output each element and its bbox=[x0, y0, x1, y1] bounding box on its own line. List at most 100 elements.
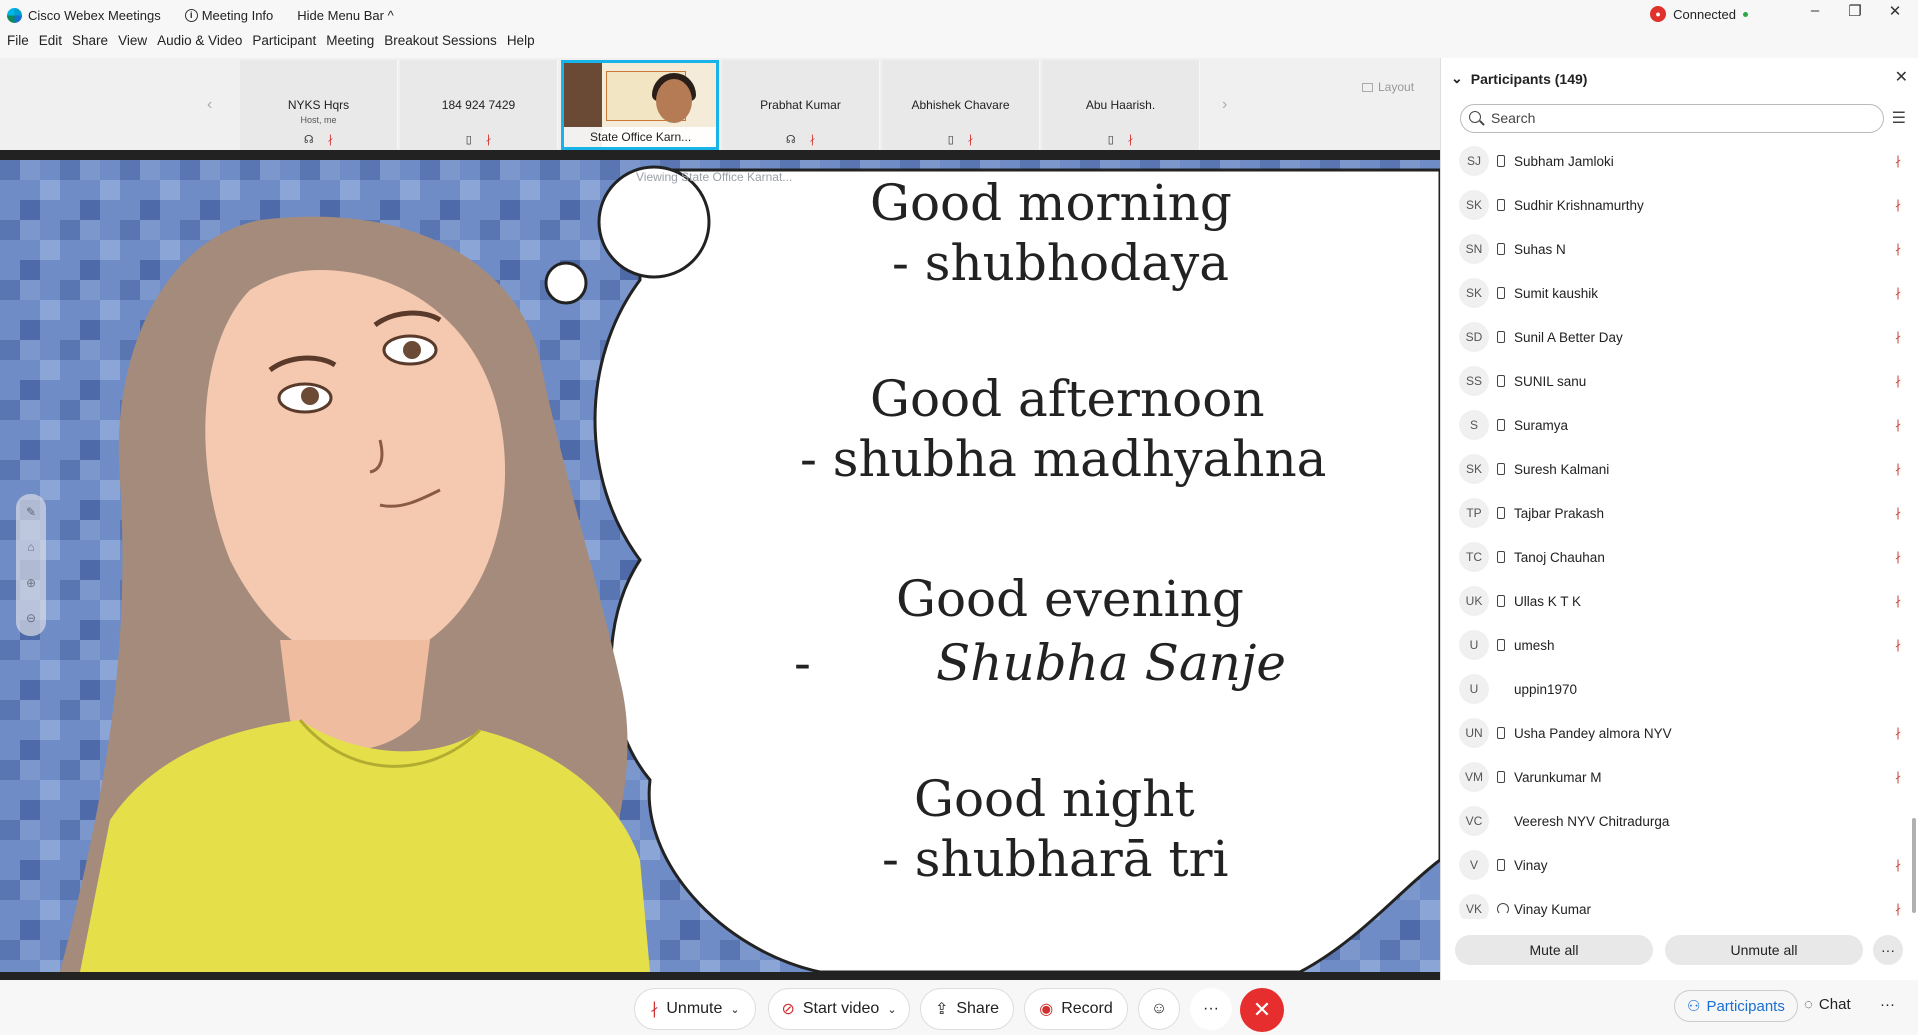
list-item[interactable]: SK Sumit kaushik ∤ bbox=[1441, 271, 1918, 315]
search-input[interactable]: Search bbox=[1460, 104, 1884, 133]
minimize-icon[interactable]: – bbox=[1800, 2, 1830, 19]
list-scrollbar[interactable] bbox=[1912, 818, 1916, 913]
annotate-icon[interactable]: ✎ bbox=[26, 505, 36, 519]
sort-icon[interactable]: ☰ bbox=[1892, 108, 1906, 128]
menu-audio-video[interactable]: Audio & Video bbox=[157, 33, 242, 57]
mic-muted-icon[interactable]: ∤ bbox=[1895, 374, 1901, 388]
menu-help[interactable]: Help bbox=[507, 33, 535, 57]
close-panel-icon[interactable]: ✕ bbox=[1895, 67, 1908, 87]
close-window-icon[interactable]: ✕ bbox=[1880, 2, 1910, 20]
menu-breakout-sessions[interactable]: Breakout Sessions bbox=[384, 33, 497, 57]
participant-name: Veeresh NYV Chitradurga bbox=[1514, 813, 1670, 829]
mic-muted-icon[interactable]: ∤ bbox=[1895, 462, 1901, 476]
avatar: S bbox=[1459, 410, 1489, 440]
video-tile-active[interactable]: State Office Karn... bbox=[561, 60, 719, 150]
restore-icon[interactable]: ❐ bbox=[1840, 2, 1870, 20]
layout-button[interactable]: Layout bbox=[1362, 80, 1414, 94]
end-call-button[interactable]: ✕ bbox=[1240, 988, 1284, 1032]
video-tile[interactable]: Abu Haarish. ▯ ∤ bbox=[1042, 60, 1200, 150]
video-tile[interactable]: NYKS Hqrs Host, me ☊ ∤ bbox=[240, 60, 398, 150]
menu-share[interactable]: Share bbox=[72, 33, 108, 57]
video-tile[interactable]: 184 924 7429 ▯ ∤ bbox=[400, 60, 558, 150]
list-item[interactable]: TP Tajbar Prakash ∤ bbox=[1441, 491, 1918, 535]
mic-muted-icon[interactable]: ∤ bbox=[1895, 286, 1901, 300]
filmstrip-next-icon[interactable]: › bbox=[1222, 96, 1227, 114]
list-item[interactable]: UK Ullas K T K ∤ bbox=[1441, 579, 1918, 623]
list-item[interactable]: TC Tanoj Chauhan ∤ bbox=[1441, 535, 1918, 579]
participants-toggle-button[interactable]: ⚇ Participants bbox=[1674, 990, 1798, 1022]
mic-muted-icon[interactable]: ∤ bbox=[1895, 594, 1901, 608]
list-item[interactable]: S Suramya ∤ bbox=[1441, 403, 1918, 447]
list-item[interactable]: SJ Subham Jamloki ∤ bbox=[1441, 139, 1918, 183]
phone-icon bbox=[1497, 419, 1505, 431]
participant-name: Sunil A Better Day bbox=[1514, 329, 1623, 345]
chevron-down-icon[interactable]: ⌄ bbox=[887, 1003, 896, 1016]
list-item[interactable]: SD Sunil A Better Day ∤ bbox=[1441, 315, 1918, 359]
video-tile[interactable]: Abhishek Chavare ▯ ∤ bbox=[882, 60, 1040, 150]
mic-muted-icon[interactable]: ∤ bbox=[1895, 858, 1901, 872]
mute-all-button[interactable]: Mute all bbox=[1455, 935, 1653, 965]
reactions-button[interactable]: ☺ bbox=[1138, 988, 1180, 1030]
mic-muted-icon[interactable]: ∤ bbox=[1895, 154, 1901, 168]
list-item[interactable]: V Vinay ∤ bbox=[1441, 843, 1918, 887]
menu-edit[interactable]: Edit bbox=[39, 33, 62, 57]
mic-muted-icon[interactable]: ∤ bbox=[1895, 418, 1901, 432]
panel-more-button[interactable]: ··· bbox=[1880, 990, 1895, 1019]
tile-name: Abu Haarish. bbox=[1085, 98, 1156, 112]
record-button[interactable]: ◉ Record bbox=[1024, 988, 1128, 1030]
slide-line: Good afternoon bbox=[870, 370, 1265, 428]
mic-muted-icon[interactable]: ∤ bbox=[1895, 198, 1901, 212]
unmute-all-button[interactable]: Unmute all bbox=[1665, 935, 1863, 965]
list-item[interactable]: SN Suhas N ∤ bbox=[1441, 227, 1918, 271]
avatar: U bbox=[1459, 630, 1489, 660]
pointer-icon[interactable]: ⌂ bbox=[27, 540, 34, 554]
list-item[interactable]: SS SUNIL sanu ∤ bbox=[1441, 359, 1918, 403]
list-item[interactable]: UN Usha Pandey almora NYV ∤ bbox=[1441, 711, 1918, 755]
list-item[interactable]: Uuppin1970 bbox=[1441, 667, 1918, 711]
menu-participant[interactable]: Participant bbox=[252, 33, 316, 57]
share-top-border bbox=[0, 150, 1440, 160]
mic-muted-icon[interactable]: ∤ bbox=[1895, 638, 1901, 652]
mic-muted-icon[interactable]: ∤ bbox=[1895, 770, 1901, 784]
list-item[interactable]: VK Vinay Kumar ∤ bbox=[1441, 887, 1918, 919]
more-icon: ··· bbox=[1203, 1000, 1219, 1017]
list-item[interactable]: VM Varunkumar M ∤ bbox=[1441, 755, 1918, 799]
more-button[interactable]: ··· bbox=[1190, 988, 1232, 1030]
zoom-in-icon[interactable]: ⊕ bbox=[26, 576, 36, 590]
participants-title: Participants (149) bbox=[1470, 70, 1588, 87]
unmute-button[interactable]: ∤ Unmute ⌄ bbox=[634, 988, 756, 1030]
list-item[interactable]: SK Sudhir Krishnamurthy ∤ bbox=[1441, 183, 1918, 227]
menu-view[interactable]: View bbox=[118, 33, 147, 57]
mic-muted-icon[interactable]: ∤ bbox=[1895, 726, 1901, 740]
mic-muted-icon[interactable]: ∤ bbox=[1895, 242, 1901, 256]
slide-line: Good evening bbox=[896, 570, 1244, 628]
mic-muted-icon[interactable]: ∤ bbox=[1895, 330, 1901, 344]
mic-muted-icon: ∤ bbox=[967, 134, 974, 146]
list-item[interactable]: VC Veeresh NYV Chitradurga bbox=[1441, 799, 1918, 843]
mic-muted-icon[interactable]: ∤ bbox=[1895, 506, 1901, 520]
video-tile[interactable]: Prabhat Kumar ☊ ∤ bbox=[722, 60, 880, 150]
list-item[interactable]: SK Suresh Kalmani ∤ bbox=[1441, 447, 1918, 491]
meeting-info-button[interactable]: i Meeting Info bbox=[184, 8, 273, 23]
shared-content[interactable]: Good morning - shubhodaya Good afternoon… bbox=[0, 160, 1440, 972]
menu-meeting[interactable]: Meeting bbox=[326, 33, 374, 57]
start-video-button[interactable]: ⊘ Start video ⌄ bbox=[768, 988, 910, 1030]
connection-status[interactable]: ● Connected bbox=[1650, 6, 1748, 22]
phone-icon bbox=[1497, 551, 1505, 563]
participant-name: Suresh Kalmani bbox=[1514, 461, 1610, 477]
filmstrip-prev-icon[interactable]: ‹ bbox=[207, 96, 212, 114]
mic-muted-icon[interactable]: ∤ bbox=[1895, 902, 1901, 916]
hide-menu-bar-button[interactable]: Hide Menu Bar ^ bbox=[297, 8, 393, 23]
more-options-button[interactable]: ··· bbox=[1873, 935, 1903, 965]
share-button[interactable]: ⇪ Share bbox=[920, 988, 1014, 1030]
chevron-down-icon[interactable]: ⌄ bbox=[730, 1003, 739, 1016]
chat-toggle-button[interactable]: ◌ Chat bbox=[1804, 990, 1851, 1019]
app-name: Cisco Webex Meetings bbox=[28, 7, 161, 23]
mic-muted-icon[interactable]: ∤ bbox=[1895, 550, 1901, 564]
menu-file[interactable]: File bbox=[7, 33, 29, 57]
list-item[interactable]: Uumesh ∤ bbox=[1441, 623, 1918, 667]
participants-header[interactable]: ⌄ Participants (149) bbox=[1451, 70, 1587, 87]
mic-muted-icon: ∤ bbox=[809, 134, 816, 146]
slide-line: - shubhodaya bbox=[892, 234, 1230, 292]
zoom-out-icon[interactable]: ⊖ bbox=[26, 611, 36, 625]
